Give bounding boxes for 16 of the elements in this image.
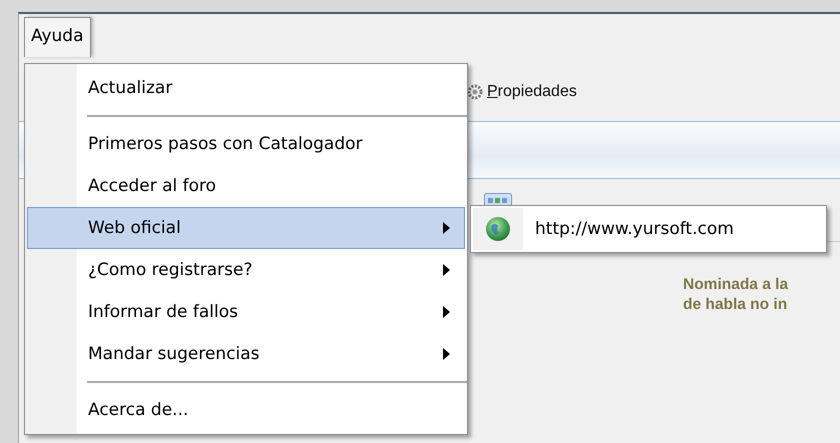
globe-icon bbox=[485, 216, 511, 242]
menu-bar-item[interactable]: Ayuda bbox=[24, 17, 91, 57]
properties-button[interactable]: Propiedades bbox=[487, 83, 577, 101]
menu-item[interactable]: Acerca de... bbox=[27, 389, 465, 431]
menu-item[interactable]: Primeros pasos con Catalogador bbox=[27, 123, 465, 165]
submenu-item[interactable]: http://www.yursoft.com bbox=[473, 208, 824, 250]
grid-icon bbox=[484, 193, 512, 205]
menu-item[interactable]: ¿Como registrarse? bbox=[27, 249, 465, 291]
menu-item[interactable]: Informar de fallos bbox=[27, 291, 465, 333]
menu-item[interactable]: Acceder al foro bbox=[27, 165, 465, 207]
menu-item[interactable]: Actualizar bbox=[27, 67, 465, 109]
gear-icon bbox=[467, 84, 483, 100]
menu-item[interactable]: Mandar sugerencias bbox=[27, 333, 465, 375]
description-text: Nominada a la bbox=[683, 275, 788, 295]
description-text: de habla no in bbox=[683, 295, 788, 315]
menu-item[interactable]: Web oficial bbox=[27, 207, 465, 249]
